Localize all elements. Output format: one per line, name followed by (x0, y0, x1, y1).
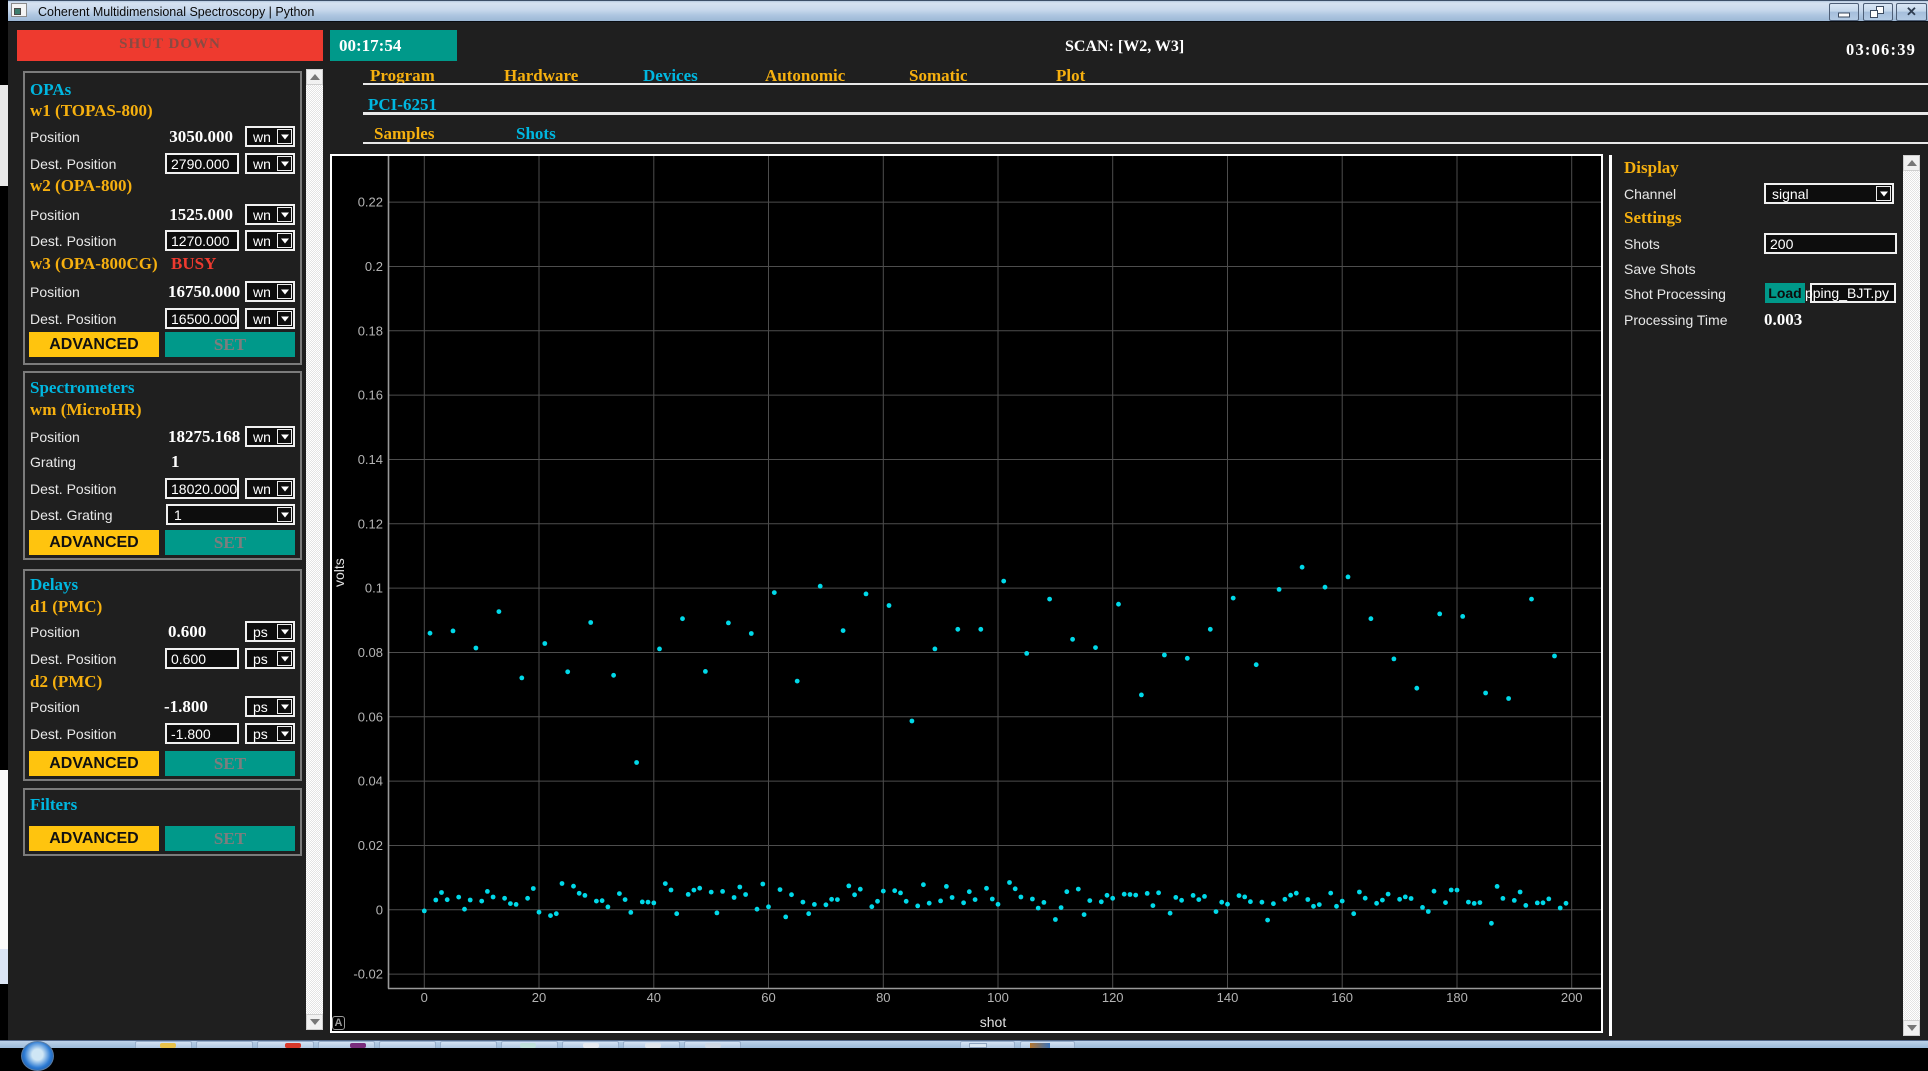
svg-text:0.2: 0.2 (365, 259, 383, 274)
svg-text:0: 0 (421, 990, 428, 1005)
svg-text:0: 0 (376, 902, 383, 917)
svg-text:-0.02: -0.02 (353, 967, 383, 982)
svg-text:80: 80 (876, 990, 890, 1005)
svg-text:20: 20 (532, 990, 546, 1005)
svg-text:200: 200 (1561, 990, 1583, 1005)
svg-text:0.18: 0.18 (358, 323, 383, 338)
svg-text:0.02: 0.02 (358, 838, 383, 853)
svg-text:40: 40 (647, 990, 661, 1005)
svg-text:0.04: 0.04 (358, 774, 383, 789)
svg-text:140: 140 (1217, 990, 1239, 1005)
svg-text:0.08: 0.08 (358, 645, 383, 660)
svg-text:120: 120 (1102, 990, 1124, 1005)
svg-text:0.1: 0.1 (365, 581, 383, 596)
svg-text:0.16: 0.16 (358, 388, 383, 403)
svg-text:160: 160 (1331, 990, 1353, 1005)
svg-text:0.14: 0.14 (358, 452, 383, 467)
svg-text:0.22: 0.22 (358, 195, 383, 210)
svg-text:0.12: 0.12 (358, 516, 383, 531)
svg-text:0.06: 0.06 (358, 709, 383, 724)
svg-text:180: 180 (1446, 990, 1468, 1005)
svg-text:60: 60 (761, 990, 775, 1005)
svg-text:100: 100 (987, 990, 1009, 1005)
